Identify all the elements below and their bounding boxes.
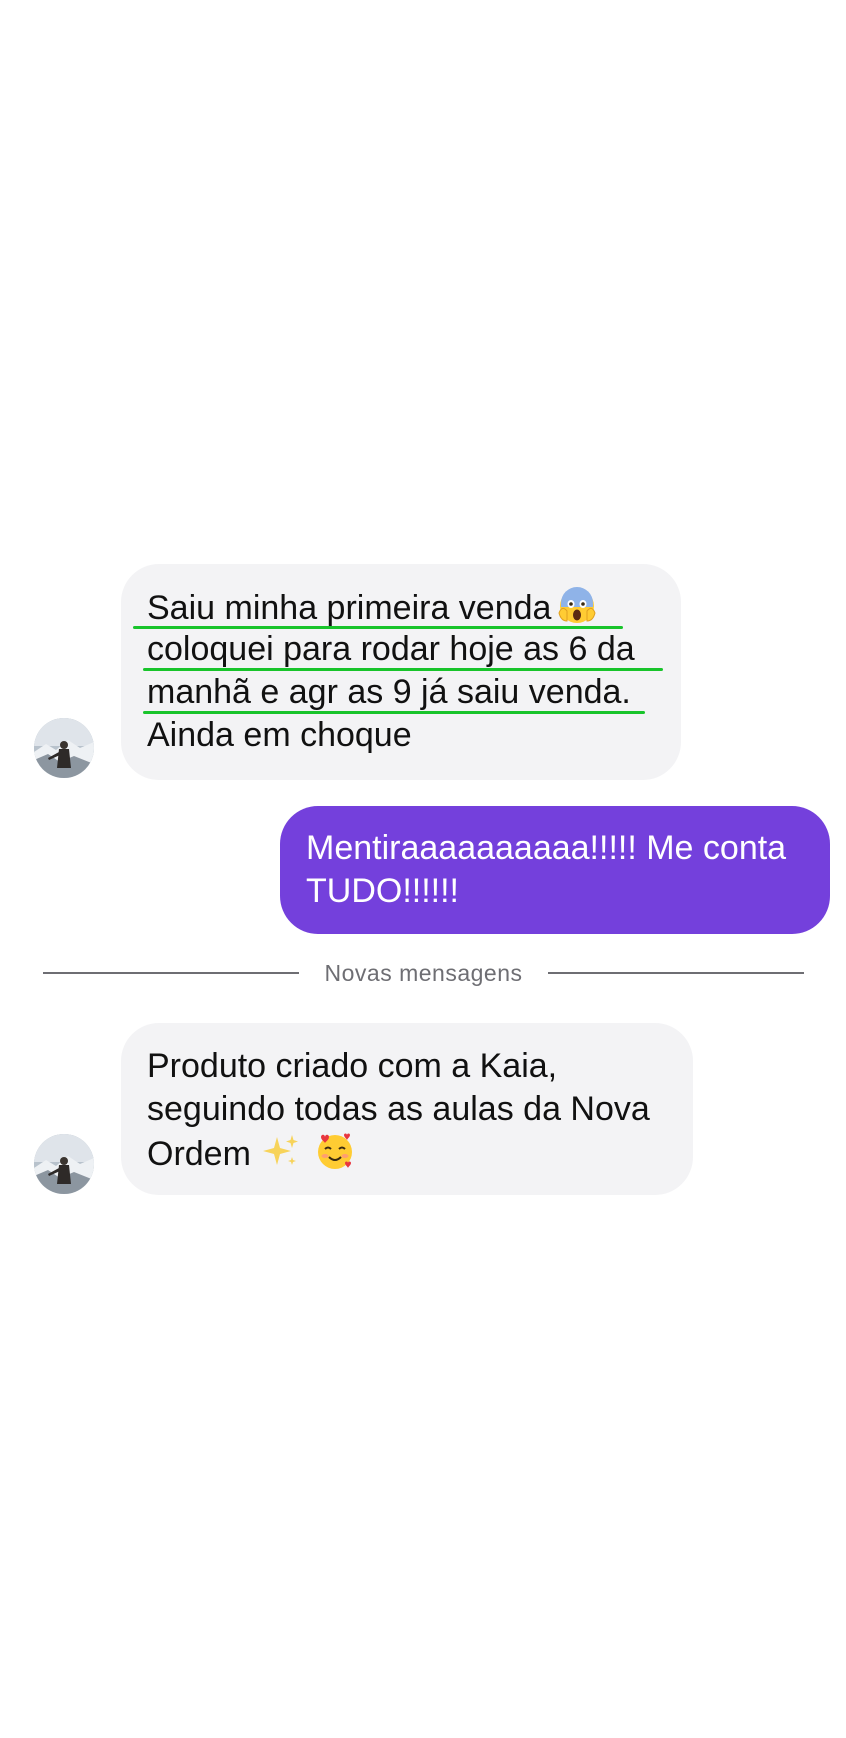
message-line: Saiu minha primeira venda	[147, 585, 597, 630]
message-bubble-incoming[interactable]: Produto criado com a Kaia, seguindo toda…	[121, 1023, 693, 1195]
sparkles-icon	[261, 1131, 301, 1171]
contact-avatar[interactable]	[34, 1134, 94, 1194]
message-line: manhã e agr as 9 já saiu venda.	[147, 673, 631, 711]
message-line: TUDO!!!!!!	[306, 872, 459, 910]
avatar-photo	[34, 718, 94, 778]
face-screaming-in-fear-icon	[557, 585, 597, 625]
contact-avatar[interactable]	[34, 718, 94, 778]
divider-line	[548, 972, 804, 974]
message-line: Ordem	[147, 1131, 355, 1176]
chat-thread: Saiu minha primeira venda coloquei para …	[0, 0, 846, 1738]
divider-line	[43, 972, 299, 974]
message-line: coloquei para rodar hoje as 6 da	[147, 630, 635, 668]
message-line: Mentiraaaaaaaaaa!!!!! Me conta	[306, 829, 787, 867]
message-line: Produto criado com a Kaia,	[147, 1047, 558, 1085]
message-bubble-outgoing[interactable]: Mentiraaaaaaaaaa!!!!! Me conta TUDO!!!!!…	[280, 806, 830, 934]
divider-label: Novas mensagens	[324, 960, 523, 986]
message-bubble-incoming[interactable]: Saiu minha primeira venda coloquei para …	[121, 564, 681, 780]
smiling-face-with-hearts-icon	[315, 1131, 355, 1171]
new-messages-divider: Novas mensagens	[0, 958, 846, 988]
avatar-photo	[34, 1134, 94, 1194]
message-line: Ainda em choque	[147, 716, 412, 754]
message-line: seguindo todas as aulas da Nova	[147, 1090, 650, 1128]
